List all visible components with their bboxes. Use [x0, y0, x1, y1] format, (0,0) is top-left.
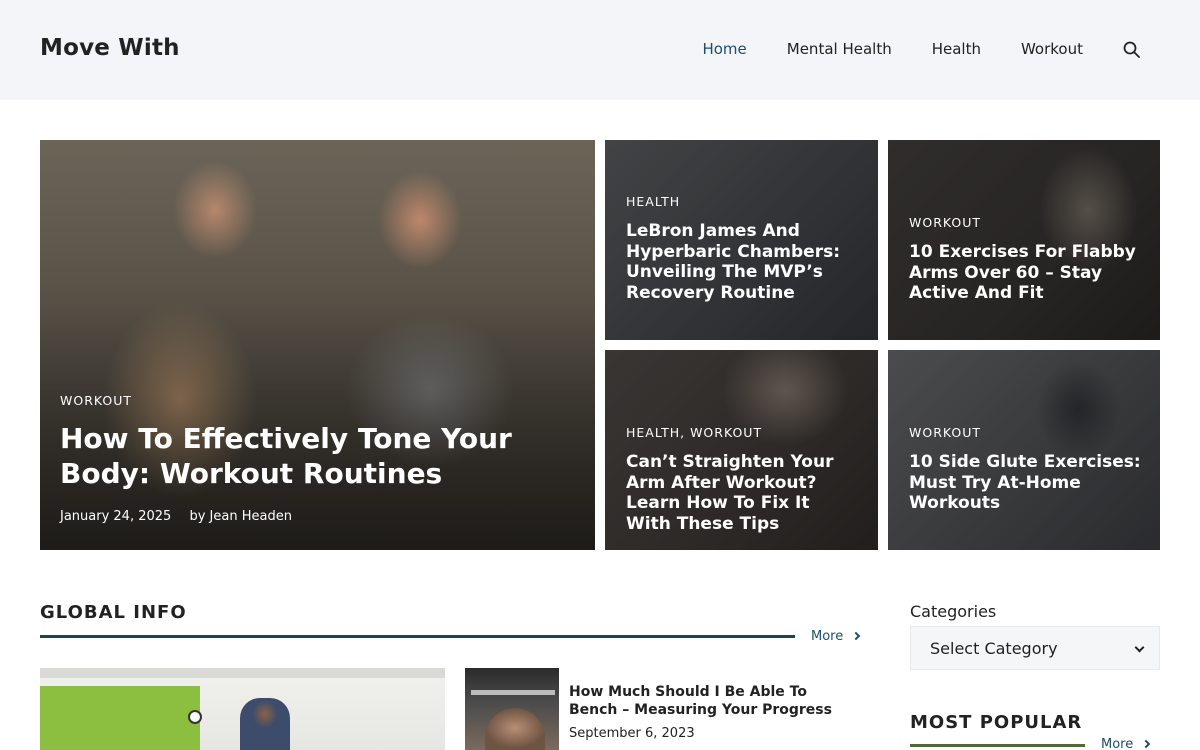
featured-post-tile[interactable]: WORKOUT 10 Exercises For Flabby Arms Ove… — [888, 140, 1160, 340]
chevron-down-icon — [1134, 642, 1145, 653]
chevron-right-icon — [851, 631, 861, 641]
global-info-more-link[interactable]: More — [811, 629, 861, 644]
post-category[interactable]: WORKOUT — [60, 393, 577, 408]
post-title[interactable]: Can’t Straighten Your Arm After Workout?… — [626, 452, 860, 535]
post-category[interactable]: HEALTH — [626, 194, 860, 209]
post-category[interactable]: HEALTH, WORKOUT — [626, 425, 860, 440]
post-author[interactable]: by Jean Headen — [189, 509, 291, 524]
post-thumbnail-large[interactable] — [40, 668, 445, 750]
site-header: Move With Home Mental Health Health Work… — [0, 0, 1200, 100]
section-divider — [910, 744, 1085, 747]
section-divider — [40, 635, 795, 638]
featured-post-main[interactable]: WORKOUT How To Effectively Tone Your Bod… — [40, 140, 595, 550]
post-date: September 6, 2023 — [569, 726, 695, 741]
post-category[interactable]: WORKOUT — [909, 425, 1142, 440]
featured-post-tile[interactable]: HEALTH, WORKOUT Can’t Straighten Your Ar… — [605, 350, 878, 550]
clock-graphic — [188, 710, 202, 724]
section-heading-most-popular: MOST POPULAR — [910, 712, 1083, 733]
featured-post-tile[interactable]: HEALTH LeBron James And Hyperbaric Chamb… — [605, 140, 878, 340]
post-title[interactable]: 10 Exercises For Flabby Arms Over 60 – S… — [909, 242, 1142, 304]
search-icon[interactable] — [1123, 41, 1140, 58]
main-nav: Home Mental Health Health Workout — [662, 40, 1140, 58]
post-title[interactable]: LeBron James And Hyperbaric Chambers: Un… — [626, 221, 860, 304]
post-meta: January 24, 2025 by Jean Headen — [60, 509, 577, 524]
nav-item-workout[interactable]: Workout — [1021, 40, 1083, 58]
featured-post-content: WORKOUT How To Effectively Tone Your Bod… — [60, 393, 577, 524]
nav-item-mental-health[interactable]: Mental Health — [787, 40, 892, 58]
nav-item-home[interactable]: Home — [702, 40, 746, 58]
featured-post-tile[interactable]: WORKOUT 10 Side Glute Exercises: Must Tr… — [888, 350, 1160, 550]
categories-label: Categories — [910, 602, 997, 621]
post-date: January 24, 2025 — [60, 508, 172, 524]
more-label: More — [811, 629, 844, 644]
nav-item-health[interactable]: Health — [932, 40, 981, 58]
post-title[interactable]: How To Effectively Tone Your Body: Worko… — [60, 421, 577, 492]
post-thumbnail[interactable] — [465, 668, 559, 750]
more-label: More — [1101, 737, 1134, 750]
post-title[interactable]: How Much Should I Be Able To Bench – Mea… — [569, 683, 859, 719]
site-title[interactable]: Move With — [40, 35, 180, 61]
post-title[interactable]: 10 Side Glute Exercises: Must Try At-Hom… — [909, 452, 1142, 514]
post-category[interactable]: WORKOUT — [909, 215, 1142, 230]
chevron-right-icon — [1141, 739, 1151, 749]
most-popular-more-link[interactable]: More — [1101, 737, 1151, 750]
section-heading-global-info: GLOBAL INFO — [40, 602, 187, 623]
category-select-value: Select Category — [930, 638, 1058, 658]
category-select[interactable]: Select Category — [910, 626, 1160, 670]
